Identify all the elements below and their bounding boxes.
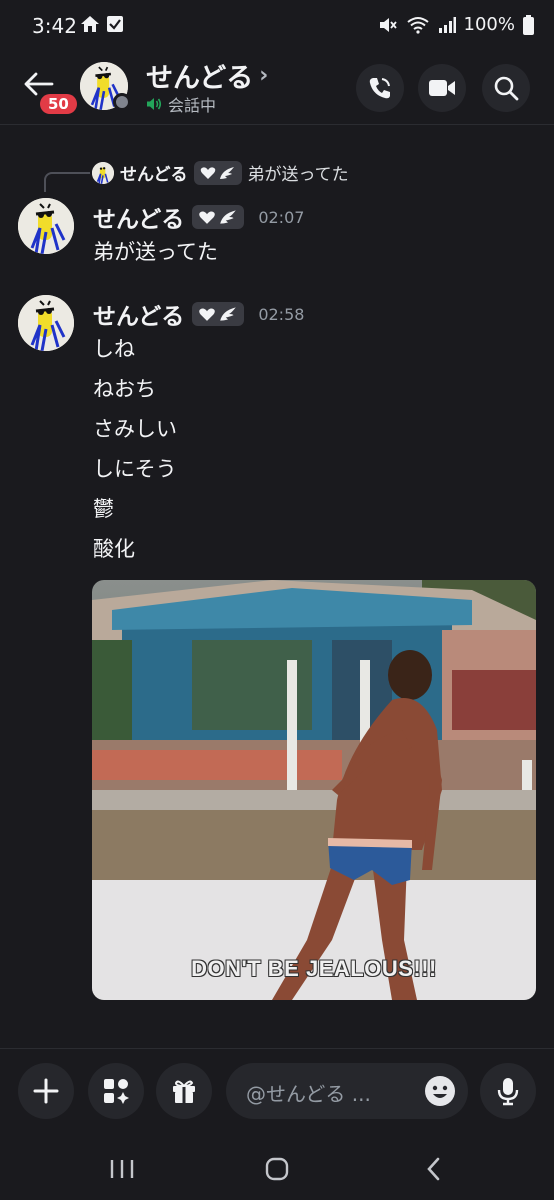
message-text: ねおち xyxy=(93,377,156,401)
unread-badge: 50 xyxy=(40,94,77,114)
search-icon xyxy=(494,76,519,101)
microphone-icon xyxy=(497,1078,519,1106)
voice-message-button[interactable] xyxy=(480,1063,536,1119)
speaking-status-label: 会話中 xyxy=(168,96,217,115)
battery-percent: 100% xyxy=(463,14,515,35)
message-timestamp: 02:58 xyxy=(258,304,305,324)
message-composer: @せんどる ... xyxy=(0,1048,554,1139)
gift-icon xyxy=(173,1080,195,1103)
battery-icon xyxy=(523,14,534,35)
heart-icon xyxy=(200,166,215,179)
reply-connector xyxy=(44,172,90,192)
system-nav-bar xyxy=(0,1138,554,1200)
avatar-image xyxy=(92,161,114,184)
recents-button[interactable] xyxy=(102,1154,142,1184)
video-call-icon xyxy=(429,80,455,96)
message-input-placeholder: @せんどる ... xyxy=(246,1082,371,1106)
message-timestamp: 02:07 xyxy=(258,207,305,227)
gift-button[interactable] xyxy=(156,1063,212,1119)
status-indicator xyxy=(113,93,131,111)
message-text: さみしい xyxy=(93,417,177,441)
video-call-button[interactable] xyxy=(418,64,466,112)
wing-icon xyxy=(219,166,234,179)
user-tag xyxy=(192,302,245,326)
message-text: 弟が送ってた xyxy=(93,240,218,264)
heart-icon xyxy=(199,211,216,224)
avatar-image xyxy=(18,198,74,254)
gif-caption: DON'T BE JEALOUS!!! xyxy=(191,956,437,981)
avatar-image xyxy=(18,295,74,351)
back-icon xyxy=(427,1157,440,1181)
status-time: 3:42 xyxy=(32,14,77,38)
reply-text: 弟が送ってた xyxy=(247,165,349,185)
message-header: せんどる 02:58 xyxy=(93,297,304,331)
message-text: しにそう xyxy=(93,457,177,481)
message-text: 酸化 xyxy=(93,537,135,561)
message-avatar[interactable] xyxy=(18,198,74,254)
voice-call-icon xyxy=(369,78,390,99)
message-header: せんどる 02:07 xyxy=(93,200,304,234)
message-text: しね xyxy=(93,337,135,361)
user-tag xyxy=(192,205,245,229)
wifi-icon xyxy=(406,16,429,34)
message-input[interactable]: @せんどる ... xyxy=(226,1063,468,1119)
chevron-right-icon: › xyxy=(259,63,269,88)
home-button[interactable] xyxy=(257,1154,297,1184)
add-attachment-button[interactable] xyxy=(18,1063,74,1119)
message-avatar[interactable] xyxy=(18,295,74,351)
checklist-notification-icon xyxy=(107,16,123,32)
reply-author: せんどる xyxy=(120,165,188,185)
reply-preview[interactable]: せんどる 弟が送ってた xyxy=(92,160,349,185)
channel-name-label: せんどる xyxy=(146,63,254,94)
message-author[interactable]: せんどる xyxy=(93,200,184,234)
recents-icon xyxy=(110,1160,134,1178)
voice-call-button[interactable] xyxy=(356,64,404,112)
wing-icon xyxy=(220,307,237,321)
apps-icon xyxy=(104,1079,129,1104)
home-notification-icon xyxy=(81,16,99,32)
gif-image xyxy=(92,580,536,1000)
notification-icons xyxy=(80,15,124,33)
user-tag xyxy=(193,160,242,185)
reply-avatar xyxy=(92,161,114,184)
signal-icon xyxy=(438,16,456,33)
plus-icon xyxy=(33,1078,59,1104)
emoji-icon[interactable] xyxy=(424,1075,456,1107)
channel-header: 50 せんどる › 会話中 xyxy=(0,52,554,125)
channel-name[interactable]: せんどる › xyxy=(146,56,268,95)
message-text: 鬱 xyxy=(93,497,114,521)
apps-button[interactable] xyxy=(88,1063,144,1119)
speaking-status: 会話中 xyxy=(146,92,216,116)
heart-icon xyxy=(199,308,216,321)
status-bar: 3:42 100% xyxy=(0,0,554,52)
mute-icon xyxy=(379,17,397,32)
system-back-button[interactable] xyxy=(414,1154,454,1184)
gif-attachment[interactable]: DON'T BE JEALOUS!!! xyxy=(92,580,536,1000)
search-button[interactable] xyxy=(482,64,530,112)
status-right: 100% xyxy=(378,14,534,35)
wing-icon xyxy=(220,210,237,224)
home-icon xyxy=(265,1157,289,1181)
message-author[interactable]: せんどる xyxy=(93,297,184,331)
speaker-icon xyxy=(147,98,162,110)
